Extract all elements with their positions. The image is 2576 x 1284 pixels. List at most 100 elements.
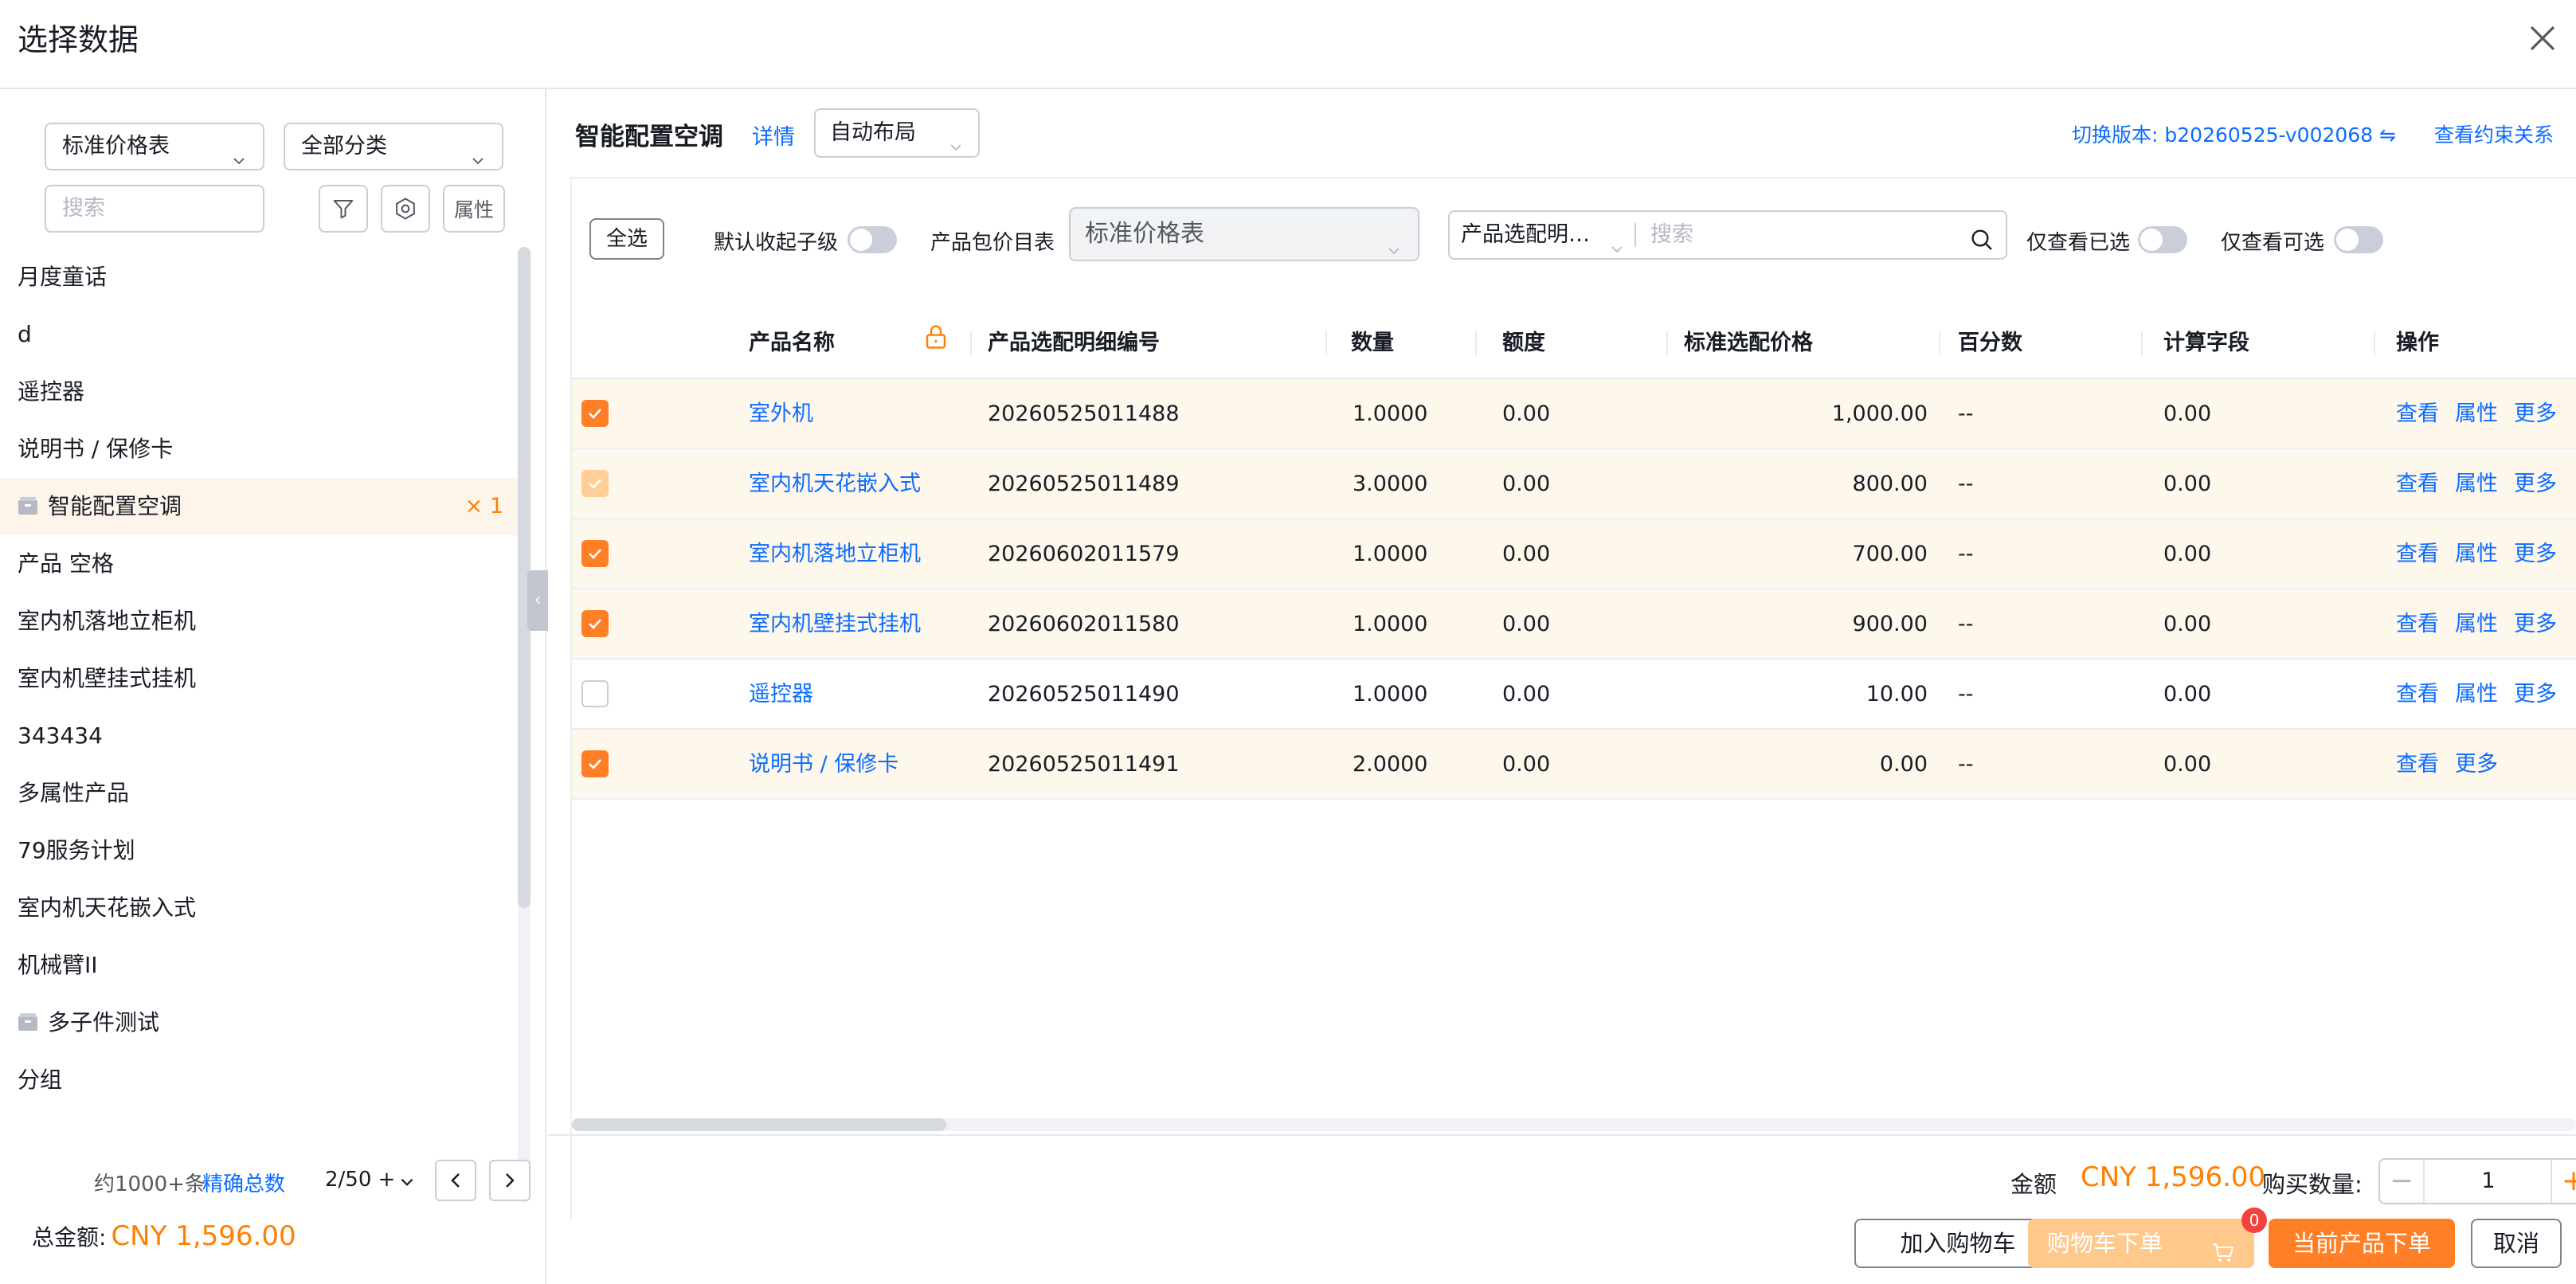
list-item[interactable]: 产品 空格	[0, 535, 518, 593]
list-item-active[interactable]: 智能配置空调 × 1	[0, 478, 518, 535]
only-selected-toggle[interactable]	[2138, 226, 2187, 253]
cell-percent: --	[1958, 401, 1974, 426]
column-header-percent[interactable]: 百分数	[1958, 307, 2022, 379]
row-checkbox[interactable]	[581, 750, 609, 777]
view-action[interactable]: 查看	[2396, 519, 2439, 589]
view-action[interactable]: 查看	[2396, 449, 2439, 519]
cell-price: 900.00	[1852, 612, 1928, 636]
pricelist-select[interactable]: 标准价格表	[1069, 207, 1419, 261]
more-action[interactable]: 更多	[2514, 449, 2557, 519]
view-action[interactable]: 查看	[2396, 660, 2439, 730]
attribute-action[interactable]: 属性	[2455, 660, 2498, 730]
attribute-button[interactable]: 属性	[443, 185, 505, 233]
attribute-action[interactable]: 属性	[2455, 449, 2498, 519]
list-item[interactable]: d	[0, 306, 518, 363]
cart-order-button[interactable]: 购物车下单	[2028, 1219, 2254, 1268]
product-name-link[interactable]: 室内机壁挂式挂机	[749, 589, 921, 660]
list-item[interactable]: 室内机天花嵌入式	[0, 879, 518, 937]
column-header-qty[interactable]: 数量	[1351, 307, 1394, 379]
row-checkbox[interactable]	[581, 400, 609, 427]
table-scrollbar-thumb[interactable]	[572, 1118, 946, 1131]
list-item[interactable]: 室内机落地立柜机	[0, 593, 518, 650]
switch-version-link[interactable]: 切换版本: b20260525-v002068 ⇋	[2072, 119, 2396, 148]
more-action[interactable]: 更多	[2514, 379, 2557, 449]
row-checkbox[interactable]	[581, 610, 609, 637]
more-action[interactable]: 更多	[2514, 519, 2557, 589]
cell-code: 20260525011488	[988, 401, 1180, 426]
more-action[interactable]: 更多	[2514, 660, 2557, 730]
collapse-sidebar-handle[interactable]: ‹	[527, 570, 548, 631]
attribute-action[interactable]: 属性	[2455, 589, 2498, 660]
table-search-input[interactable]: 产品选配明… 搜索	[1448, 210, 2007, 260]
increment-button[interactable]: +	[2551, 1160, 2576, 1203]
view-action[interactable]: 查看	[2396, 589, 2439, 660]
table-horizontal-scrollbar[interactable]	[572, 1118, 2576, 1131]
table-row[interactable]: 室内机天花嵌入式 20260525011489 3.0000 0.00 800.…	[572, 449, 2576, 519]
view-action[interactable]: 查看	[2396, 730, 2439, 800]
list-item[interactable]: 遥控器	[0, 363, 518, 421]
row-checkbox[interactable]	[581, 680, 609, 707]
list-item[interactable]: 机械臂II	[0, 937, 518, 994]
settings-icon[interactable]	[381, 185, 430, 233]
left-sidebar: 标准价格表 全部分类 搜索 属性 月度童话 d 遥控器 说明书 / 保修卡 智能…	[0, 89, 546, 1284]
exact-total-link[interactable]: 精确总数	[202, 1168, 285, 1197]
list-item[interactable]: 多子件测试	[0, 994, 518, 1051]
cell-percent: --	[1958, 472, 1974, 496]
column-header-price[interactable]: 标准选配价格	[1684, 307, 1813, 379]
table-row[interactable]: 说明书 / 保修卡 20260525011491 2.0000 0.00 0.0…	[572, 730, 2576, 800]
category-select[interactable]: 全部分类	[284, 123, 503, 170]
order-now-button[interactable]: 当前产品下单	[2269, 1219, 2455, 1268]
amount-value: CNY 1,596.00	[2081, 1161, 2266, 1193]
cell-code: 20260525011490	[988, 682, 1180, 707]
cell-price: 10.00	[1865, 682, 1928, 707]
product-name-link[interactable]: 室外机	[749, 379, 813, 449]
more-action[interactable]: 更多	[2514, 589, 2557, 660]
column-header-quota[interactable]: 额度	[1502, 307, 1545, 379]
product-name-link[interactable]: 室内机天花嵌入式	[749, 449, 921, 519]
cancel-button[interactable]: 取消	[2471, 1219, 2562, 1268]
next-page-button[interactable]	[489, 1160, 530, 1201]
close-icon[interactable]	[2523, 19, 2562, 57]
search-icon[interactable]	[1969, 223, 1995, 250]
table-row[interactable]: 室内机落地立柜机 20260602011579 1.0000 0.00 700.…	[572, 519, 2576, 589]
more-action[interactable]: 更多	[2455, 730, 2498, 800]
column-divider	[2141, 331, 2143, 355]
attribute-action[interactable]: 属性	[2455, 519, 2498, 589]
quantity-input[interactable]: 1	[2425, 1160, 2552, 1203]
layout-select[interactable]: 自动布局	[814, 108, 980, 158]
column-header-name[interactable]: 产品名称	[749, 307, 835, 379]
search-field-select[interactable]: 产品选配明…	[1461, 212, 1590, 258]
collapse-children-toggle[interactable]	[848, 226, 897, 253]
list-item[interactable]: 室内机壁挂式挂机	[0, 650, 518, 707]
attribute-action[interactable]: 属性	[2455, 379, 2498, 449]
list-item[interactable]: 分组	[0, 1051, 518, 1109]
table-row[interactable]: 室内机壁挂式挂机 20260602011580 1.0000 0.00 900.…	[572, 589, 2576, 660]
column-header-code[interactable]: 产品选配明细编号	[988, 307, 1160, 379]
list-item[interactable]: 343434	[0, 707, 518, 765]
price-table-select[interactable]: 标准价格表	[45, 123, 264, 170]
sidebar-search-input[interactable]: 搜索	[45, 185, 264, 233]
product-name-link[interactable]: 遥控器	[749, 660, 813, 730]
prev-page-button[interactable]	[435, 1160, 476, 1201]
list-item[interactable]: 月度童话	[0, 249, 518, 306]
list-item[interactable]: 说明书 / 保修卡	[0, 421, 518, 478]
chevron-down-icon[interactable]	[398, 1172, 416, 1190]
detail-link[interactable]: 详情	[752, 119, 795, 151]
product-name-link[interactable]: 说明书 / 保修卡	[749, 730, 898, 800]
select-all-button[interactable]: 全选	[589, 218, 664, 260]
filter-icon[interactable]	[319, 185, 368, 233]
view-action[interactable]: 查看	[2396, 379, 2439, 449]
table-row[interactable]: 遥控器 20260525011490 1.0000 0.00 10.00 -- …	[572, 660, 2576, 730]
constraint-relation-link[interactable]: 查看约束关系	[2434, 119, 2554, 148]
list-item[interactable]: 79服务计划	[0, 822, 518, 879]
page-indicator: 2/50 +	[325, 1168, 396, 1192]
row-checkbox[interactable]	[581, 540, 609, 567]
table-row[interactable]: 室外机 20260525011488 1.0000 0.00 1,000.00 …	[572, 379, 2576, 449]
only-available-toggle[interactable]	[2334, 226, 2383, 253]
column-header-calc[interactable]: 计算字段	[2163, 307, 2249, 379]
lock-icon[interactable]	[924, 323, 949, 352]
decrement-button[interactable]: −	[2380, 1160, 2425, 1203]
product-name-link[interactable]: 室内机落地立柜机	[749, 519, 921, 589]
list-item[interactable]: 多属性产品	[0, 765, 518, 822]
sidebar-scrollbar[interactable]	[518, 247, 530, 1203]
